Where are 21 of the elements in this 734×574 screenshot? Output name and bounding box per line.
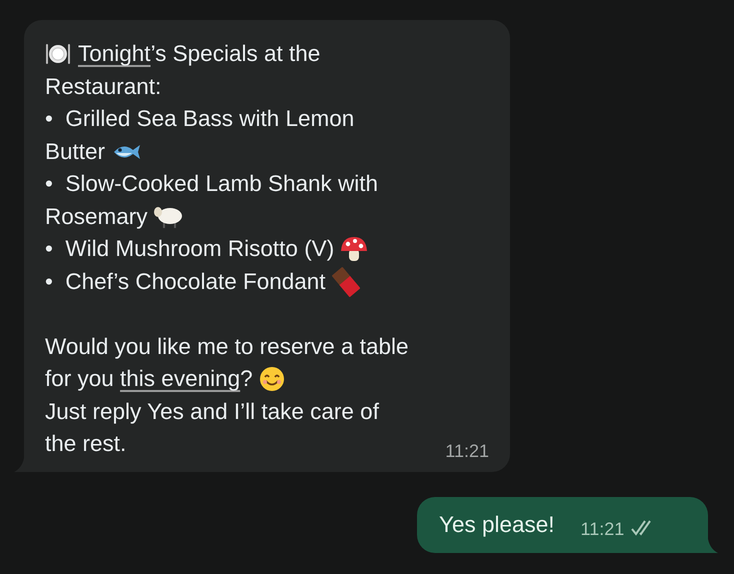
message-text: • Slow-Cooked Lamb Shank with: [45, 170, 378, 198]
message-text: • Wild Mushroom Risotto (V): [45, 235, 336, 264]
message-text: Yes please!: [439, 511, 555, 540]
plate-icon: [45, 42, 71, 66]
smiley-icon: [258, 366, 285, 392]
link[interactable]: this evening: [120, 363, 240, 396]
link[interactable]: Tonight: [78, 38, 151, 70]
message-text: Just reply Yes and I’ll take care of: [45, 398, 379, 426]
message-text: • Chef’s Chocolate Fondant: [45, 268, 327, 296]
message-text: Butter: [45, 138, 106, 166]
message-text: Would you like me to reserve a table: [45, 332, 409, 361]
message-text: the rest.: [45, 430, 126, 458]
message-text: ?: [240, 365, 254, 394]
timestamp: 11:21: [445, 440, 489, 464]
timestamp: 11:21: [580, 518, 624, 540]
message-text: Restaurant:: [45, 72, 162, 101]
message-text: • Grilled Sea Bass with Lemon: [45, 105, 354, 134]
message-text: for you: [45, 365, 115, 394]
message-text: Rosemary: [45, 202, 149, 231]
message-text: ’s Specials at the: [150, 40, 320, 68]
mushroom-icon: [340, 235, 368, 264]
